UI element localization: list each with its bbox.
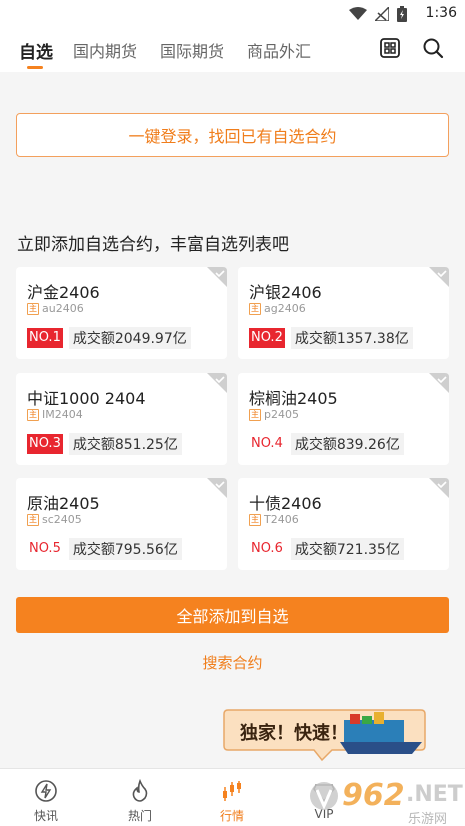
main-contract-badge: 主: [27, 302, 39, 315]
promo-banner[interactable]: 独家！快速！: [222, 706, 427, 766]
flame-icon: [132, 779, 148, 802]
trade-volume: 成交额2049.97亿: [68, 327, 191, 349]
promo-text: 独家！快速！: [240, 723, 348, 744]
contract-code: T2406: [264, 513, 299, 526]
contract-name: 沪银2406: [249, 283, 322, 302]
main-contract-badge: 主: [27, 513, 39, 526]
trade-volume: 成交额721.35亿: [290, 538, 404, 560]
rank-badge: NO.2: [249, 328, 285, 348]
contract-code: IM2404: [42, 408, 83, 421]
bottom-nav-label: 行情: [219, 809, 244, 823]
rank-badge: NO.6: [251, 541, 283, 556]
tab-commodities-forex[interactable]: 商品外汇: [247, 38, 311, 62]
check-icon[interactable]: [207, 373, 227, 393]
watermark-number: 962: [342, 778, 405, 813]
rank-badge: NO.1: [27, 328, 63, 348]
section-title: 立即添加自选合约，丰富自选列表吧: [17, 235, 289, 255]
top-nav: 自选 国内期货 国际期货 商品外汇: [0, 28, 465, 72]
check-icon[interactable]: [429, 373, 449, 393]
contract-name: 中证1000 2404: [27, 389, 146, 408]
bottom-nav-news[interactable]: 快讯: [16, 769, 76, 826]
contract-code: sc2405: [42, 513, 82, 526]
bottom-nav-label: 快讯: [33, 809, 58, 823]
battery-charging-icon: [397, 6, 407, 22]
contract-name: 棕榈油2405: [249, 389, 338, 408]
contract-name: 沪金2406: [27, 283, 100, 302]
search-contracts-link[interactable]: 搜索合约: [0, 652, 465, 673]
watermark-sub: 乐游网: [408, 812, 448, 826]
main-contract-badge: 主: [27, 408, 39, 421]
trade-volume: 成交额851.25亿: [68, 433, 182, 455]
bottom-nav-market[interactable]: 行情: [202, 769, 262, 826]
site-watermark: 962 .NET 乐游网: [308, 776, 465, 826]
contract-card[interactable]: 棕榈油2405 主 p2405 NO.4 成交额839.26亿: [238, 373, 449, 465]
contract-code: au2406: [42, 302, 84, 315]
trade-volume: 成交额795.56亿: [68, 538, 182, 560]
status-icons: [349, 6, 407, 22]
active-tab-indicator: [27, 66, 43, 69]
main-contract-badge: 主: [249, 302, 261, 315]
rank-badge: NO.4: [251, 436, 283, 451]
tab-watchlist[interactable]: 自选: [19, 38, 53, 63]
check-icon[interactable]: [429, 267, 449, 287]
no-signal-icon: [375, 7, 389, 21]
bottom-nav-label: 热门: [127, 809, 152, 823]
trade-volume: 成交额1357.38亿: [290, 327, 413, 349]
main-contract-badge: 主: [249, 408, 261, 421]
grid-icon[interactable]: [378, 36, 402, 60]
add-all-to-watchlist-button[interactable]: 全部添加到自选: [16, 597, 449, 633]
status-time: 1:36: [425, 5, 457, 21]
status-bar: 1:36: [0, 0, 465, 28]
rank-badge: NO.5: [29, 541, 61, 556]
lightning-icon: [35, 780, 57, 802]
contract-card[interactable]: 沪银2406 主 ag2406 NO.2 成交额1357.38亿: [238, 267, 449, 359]
watermark-suffix: .NET: [406, 782, 463, 807]
check-icon[interactable]: [429, 478, 449, 498]
contract-card[interactable]: 中证1000 2404 主 IM2404 NO.3 成交额851.25亿: [16, 373, 227, 465]
contract-code: ag2406: [264, 302, 306, 315]
search-icon[interactable]: [421, 36, 445, 60]
contract-code: p2405: [264, 408, 299, 421]
main-contract-badge: 主: [249, 513, 261, 526]
wifi-icon: [349, 7, 367, 20]
contract-name: 原油2405: [27, 494, 100, 513]
tab-domestic-futures[interactable]: 国内期货: [73, 38, 137, 62]
one-click-login-button[interactable]: 一键登录，找回已有自选合约: [16, 113, 449, 157]
contract-card[interactable]: 沪金2406 主 au2406 NO.1 成交额2049.97亿: [16, 267, 227, 359]
trade-volume: 成交额839.26亿: [290, 433, 404, 455]
tab-international-futures[interactable]: 国际期货: [160, 38, 224, 62]
contract-card[interactable]: 原油2405 主 sc2405 NO.5 成交额795.56亿: [16, 478, 227, 570]
bottom-nav-hot[interactable]: 热门: [110, 769, 170, 826]
contract-card[interactable]: 十债2406 主 T2406 NO.6 成交额721.35亿: [238, 478, 449, 570]
rank-badge: NO.3: [27, 434, 63, 454]
candlestick-icon: [223, 781, 241, 801]
contract-name: 十债2406: [249, 494, 322, 513]
check-icon[interactable]: [207, 267, 227, 287]
check-icon[interactable]: [207, 478, 227, 498]
